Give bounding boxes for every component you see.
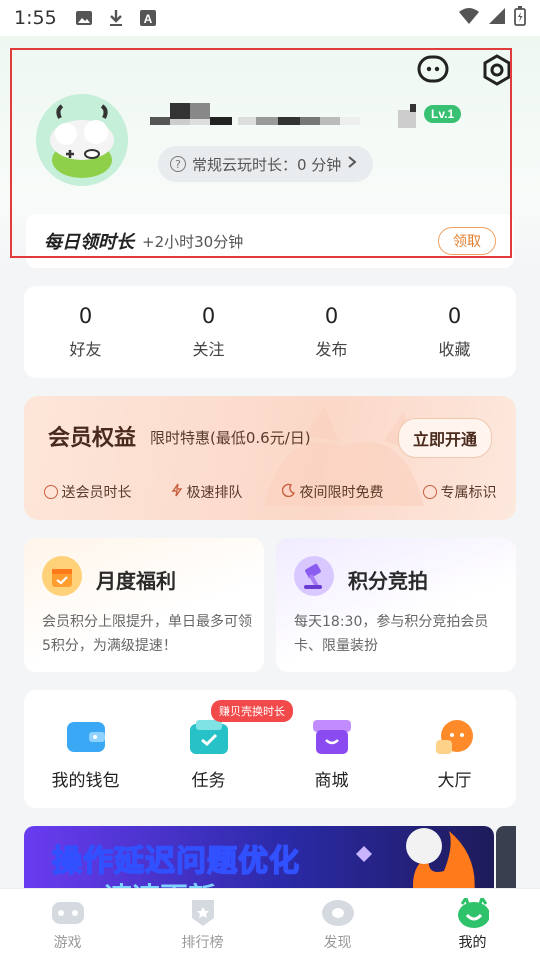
stat-label: 关注	[192, 340, 225, 359]
monthly-benefit-card[interactable]: 月度福利 会员积分上限提升，单日最多可领5积分，为满级提速！	[24, 538, 264, 672]
perk-item: 夜间限时免费	[281, 482, 384, 502]
perk-label: 送会员时长	[61, 485, 132, 501]
banner-next-slide[interactable]	[496, 826, 516, 896]
stat-value: 0	[78, 304, 93, 328]
stats-card: 0 好友 0 关注 0 发布 0 收藏	[24, 286, 516, 378]
nav-discover[interactable]: 发现	[270, 889, 405, 960]
vip-title: 会员权益	[48, 426, 137, 451]
clock-icon	[43, 485, 58, 499]
status-bar: 1:55 A	[0, 0, 540, 36]
promo-banner[interactable]: 操作延迟问题优化 速速更新	[24, 826, 494, 896]
stat-value: 0	[447, 304, 462, 328]
nav-games[interactable]: 游戏	[0, 889, 135, 960]
signal-icon	[488, 7, 506, 29]
card-title: 月度福利	[96, 569, 176, 593]
download-icon	[107, 9, 125, 27]
discover-icon	[321, 898, 354, 928]
shortcut-wallet[interactable]: 我的钱包	[24, 690, 147, 808]
nav-label: 我的	[458, 934, 487, 951]
points-auction-card[interactable]: 积分竞拍 每天18:30，参与积分竞拍会员卡、限量装扮	[276, 538, 516, 672]
card-desc: 会员积分上限提升，单日最多可领5积分，为满级提速！	[42, 614, 252, 654]
banner-title: 操作延迟问题优化	[51, 843, 300, 880]
card-desc: 每天18:30，参与积分竞拍会员卡、限量装扮	[294, 614, 489, 654]
mascot-me-icon	[457, 897, 489, 928]
stat-friends[interactable]: 0 好友	[24, 286, 147, 378]
nav-me[interactable]: 我的	[405, 889, 540, 960]
stat-posts[interactable]: 0 发布	[270, 286, 393, 378]
nav-label: 游戏	[53, 934, 82, 951]
shortcuts-card: 我的钱包 赚贝壳换时长 任务 商城 大厅	[24, 690, 516, 808]
svg-text:A: A	[143, 12, 152, 26]
perk-label: 专属标识	[440, 485, 497, 501]
highlight-box	[10, 48, 512, 258]
shortcut-tasks[interactable]: 赚贝壳换时长 任务	[147, 690, 293, 808]
stat-label: 发布	[315, 340, 348, 359]
image-icon	[75, 9, 93, 27]
trophy-shield-icon	[187, 898, 219, 928]
stat-value: 0	[324, 304, 339, 328]
shortcut-hall[interactable]: 大厅	[393, 690, 516, 808]
banner-flame-decoration	[356, 828, 475, 896]
lightning-icon	[171, 483, 183, 501]
perk-item: 送会员时长	[43, 482, 132, 502]
stat-label: 收藏	[438, 340, 471, 359]
gavel-icon	[294, 556, 334, 596]
stat-favorites[interactable]: 0 收藏	[393, 286, 516, 378]
stat-value: 0	[201, 304, 216, 328]
gamepad-icon	[51, 898, 84, 928]
shortcut-label: 大厅	[437, 771, 472, 791]
vip-open-button[interactable]: 立即开通	[397, 418, 492, 458]
vip-subtitle: 限时特惠(最低0.6元/日)	[150, 429, 311, 447]
shortcut-shop[interactable]: 商城	[270, 690, 393, 808]
stat-label: 好友	[69, 340, 102, 359]
bottom-nav: 游戏 排行榜 发现 我的	[0, 888, 540, 960]
nav-leaderboard[interactable]: 排行榜	[135, 889, 270, 960]
wifi-icon	[458, 7, 480, 29]
perk-label: 夜间限时免费	[299, 485, 384, 501]
badge-icon	[422, 485, 437, 499]
shortcut-label: 任务	[191, 771, 226, 791]
shop-icon	[312, 720, 351, 754]
perk-label: 极速排队	[186, 485, 243, 501]
stat-following[interactable]: 0 关注	[147, 286, 270, 378]
battery-icon	[514, 6, 526, 30]
status-time: 1:55	[14, 7, 57, 29]
card-title: 积分竞拍	[348, 569, 428, 593]
vip-perks: 送会员时长 极速排队 夜间限时免费 专属标识	[24, 482, 516, 502]
shortcut-label: 我的钱包	[51, 771, 120, 791]
moon-icon	[281, 483, 296, 501]
task-icon	[189, 720, 228, 754]
perk-item: 极速排队	[171, 482, 243, 502]
calendar-gift-icon	[42, 556, 82, 596]
nav-label: 排行榜	[181, 934, 224, 951]
vip-card[interactable]: 会员权益 限时特惠(最低0.6元/日) 立即开通 送会员时长 极速排队 夜间限时…	[24, 396, 516, 520]
nav-label: 发现	[323, 934, 352, 951]
wallet-icon	[66, 720, 105, 754]
hall-icon	[435, 720, 474, 754]
perk-item: 专属标识	[422, 482, 497, 502]
font-a-icon: A	[139, 9, 157, 27]
shortcut-label: 商城	[314, 771, 349, 791]
